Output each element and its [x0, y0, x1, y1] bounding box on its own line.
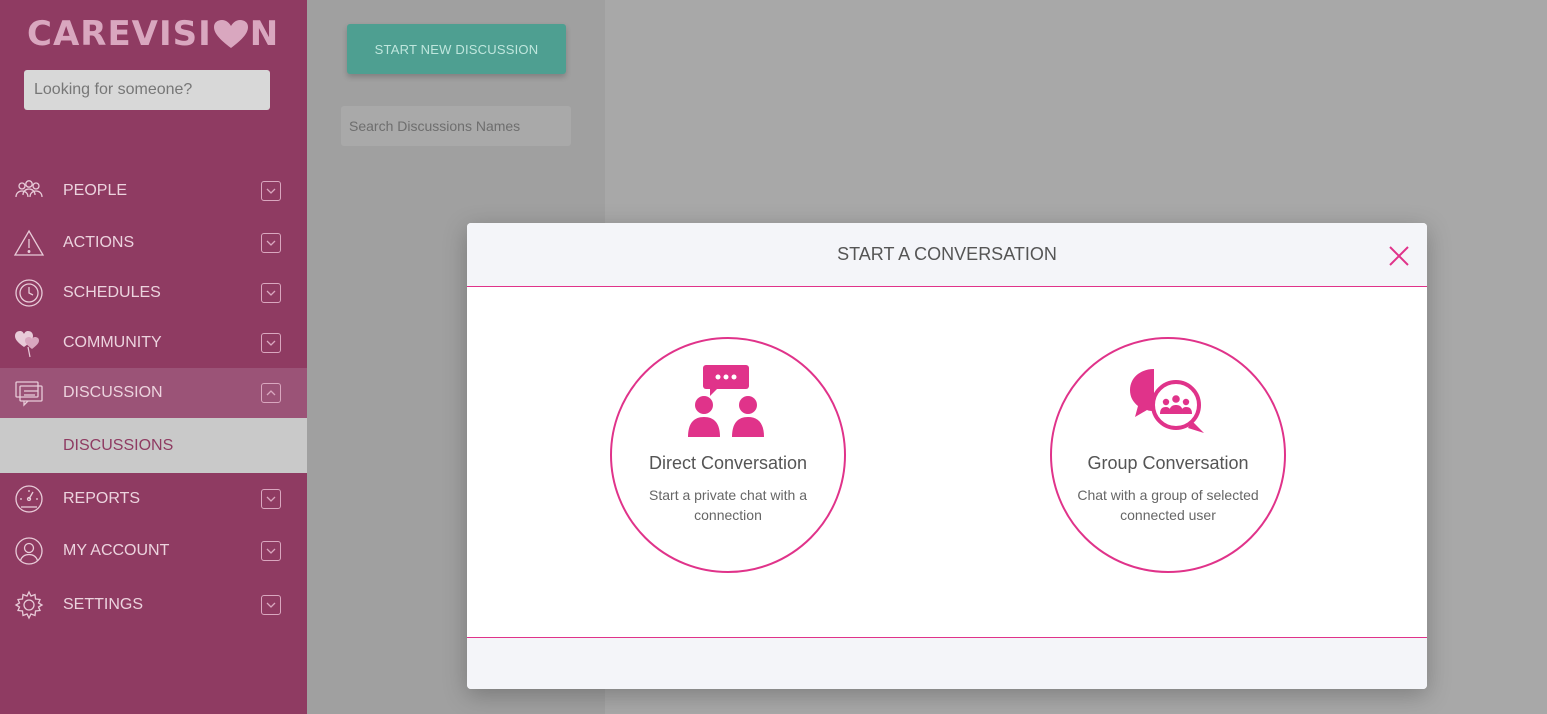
- sidebar-item-discussion[interactable]: DISCUSSION: [0, 368, 307, 418]
- sidebar-item-label: REPORTS: [63, 490, 141, 507]
- sidebar: CAREVISI N PEOPLE ACTIONS SCHEDULES COMM…: [0, 0, 307, 714]
- sidebar-subitem-discussions[interactable]: DISCUSSIONS: [0, 418, 307, 473]
- sidebar-item-label: ACTIONS: [63, 234, 135, 251]
- modal-title: START A CONVERSATION: [837, 244, 1057, 264]
- chevron-down-icon[interactable]: [261, 333, 281, 353]
- heart-icon: [213, 20, 248, 48]
- gear-icon: [12, 588, 46, 622]
- people-icon: [12, 174, 46, 208]
- chevron-up-icon[interactable]: [261, 383, 281, 403]
- sidebar-item-label: MY ACCOUNT: [63, 542, 170, 559]
- option-title: Direct Conversation: [648, 453, 808, 473]
- sidebar-item-settings[interactable]: SETTINGS: [0, 580, 307, 630]
- close-icon: [1389, 246, 1409, 266]
- carevision-logo[interactable]: CAREVISI N: [27, 14, 279, 54]
- sidebar-item-label: SETTINGS: [63, 596, 144, 613]
- logo-text-left: CAREVISI: [27, 14, 212, 54]
- sidebar-item-people[interactable]: PEOPLE: [0, 166, 307, 216]
- sidebar-item-actions[interactable]: ACTIONS: [0, 218, 307, 268]
- warning-icon: [12, 226, 46, 260]
- sidebar-item-label: PEOPLE: [63, 182, 128, 199]
- chevron-down-icon[interactable]: [261, 233, 281, 253]
- direct-conversation-option[interactable]: Direct Conversation Start a private chat…: [610, 337, 846, 573]
- sidebar-item-schedules[interactable]: SCHEDULES: [0, 268, 307, 318]
- direct-chat-icon: [688, 365, 764, 437]
- user-icon: [12, 534, 46, 568]
- modal-header: START A CONVERSATION: [467, 223, 1427, 287]
- modal-footer: [467, 637, 1427, 689]
- chevron-down-icon[interactable]: [261, 541, 281, 561]
- gauge-icon: [12, 482, 46, 516]
- group-chat-icon: [1130, 369, 1204, 433]
- sidebar-subitem-label: DISCUSSIONS: [63, 436, 174, 454]
- sidebar-item-label: DISCUSSION: [63, 384, 163, 401]
- group-conversation-option[interactable]: Group Conversation Chat with a group of …: [1050, 337, 1286, 573]
- close-button[interactable]: [1387, 244, 1411, 268]
- search-discussions-input[interactable]: [341, 106, 571, 146]
- option-description: Start a private chat with a connection: [649, 487, 807, 523]
- start-new-discussion-button[interactable]: START NEW DISCUSSION: [347, 24, 566, 74]
- chevron-down-icon[interactable]: [261, 181, 281, 201]
- sidebar-item-reports[interactable]: REPORTS: [0, 474, 307, 524]
- hearts-icon: [12, 326, 46, 360]
- sidebar-item-community[interactable]: COMMUNITY: [0, 318, 307, 368]
- chevron-down-icon[interactable]: [261, 595, 281, 615]
- chevron-down-icon[interactable]: [261, 489, 281, 509]
- sidebar-item-label: COMMUNITY: [63, 334, 162, 351]
- chat-icon: [12, 376, 46, 410]
- sidebar-item-label: SCHEDULES: [63, 284, 161, 301]
- clock-icon: [12, 276, 46, 310]
- people-search-input[interactable]: [24, 70, 270, 110]
- chevron-down-icon[interactable]: [261, 283, 281, 303]
- logo-text-right: N: [249, 14, 280, 54]
- start-conversation-modal: START A CONVERSATION Direct Conversation…: [467, 223, 1427, 689]
- option-title: Group Conversation: [1087, 453, 1249, 473]
- sidebar-item-my-account[interactable]: MY ACCOUNT: [0, 526, 307, 576]
- option-description: Chat with a group of selected connected …: [1077, 487, 1259, 523]
